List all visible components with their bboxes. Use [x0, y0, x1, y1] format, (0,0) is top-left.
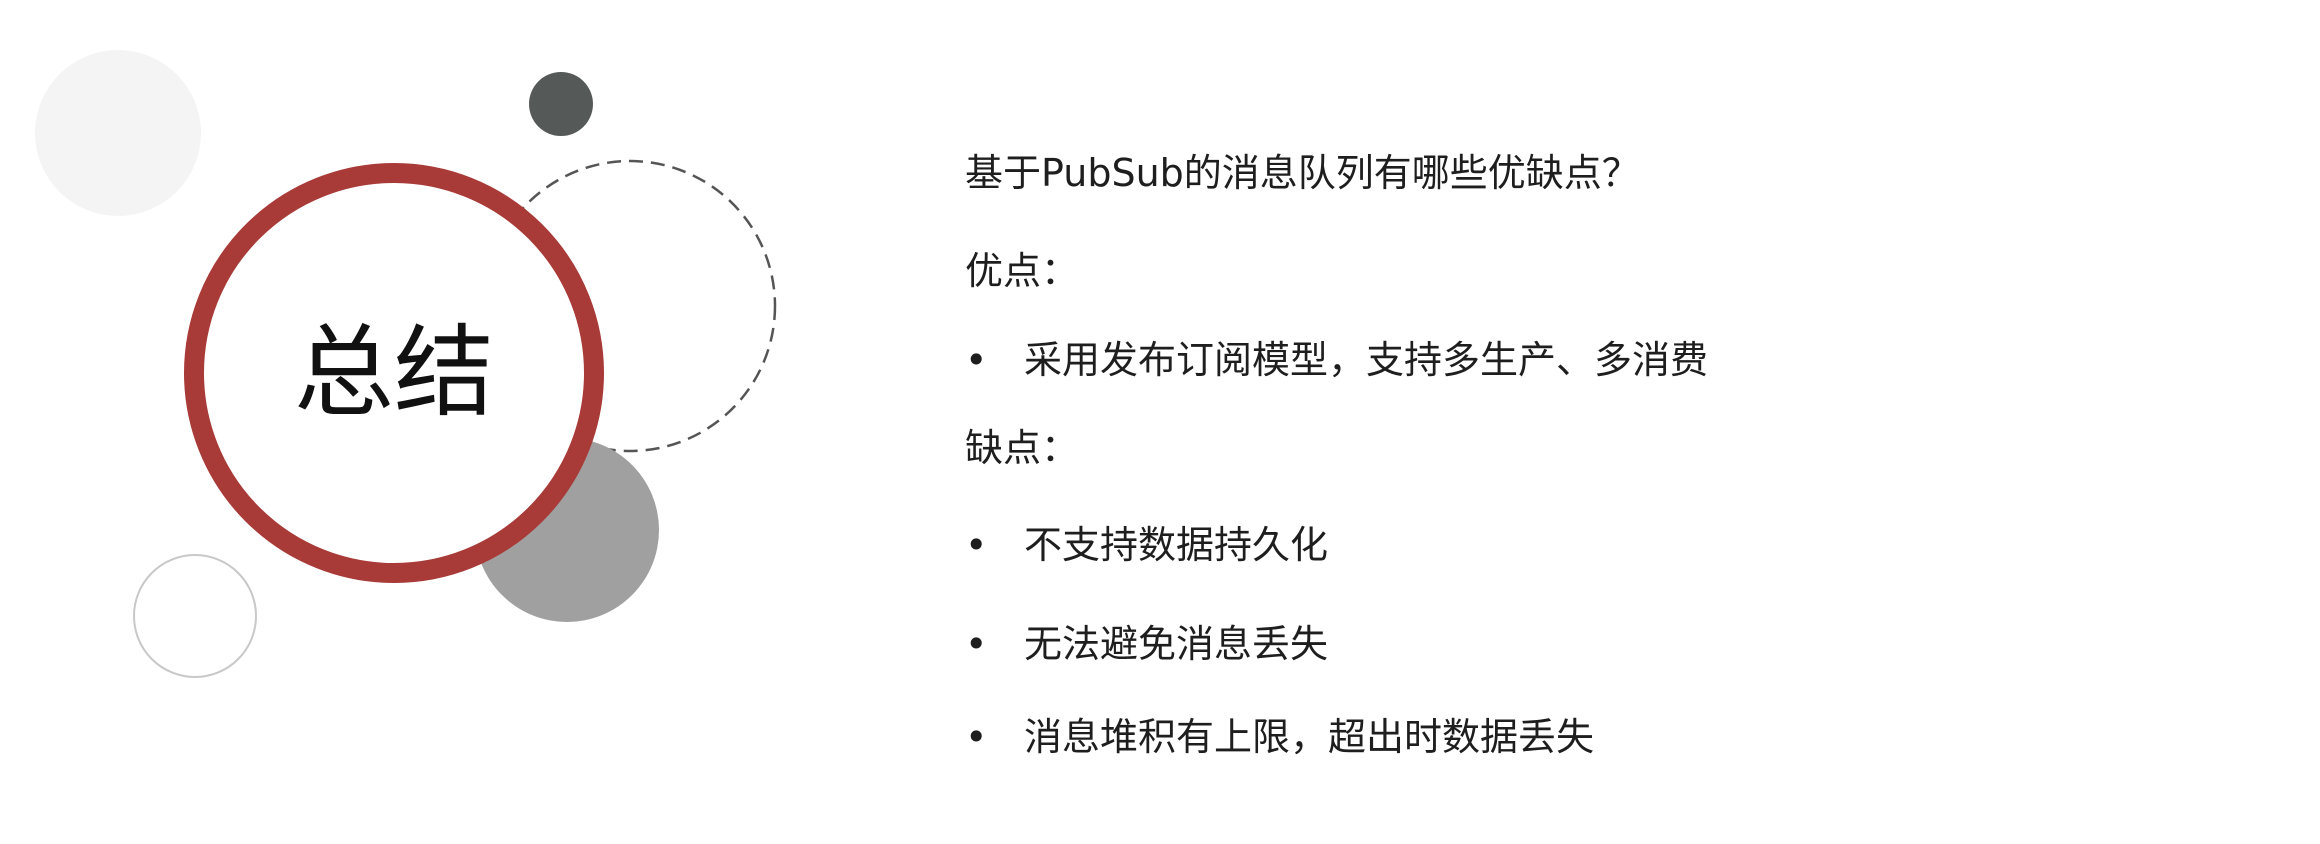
bullet-icon: •	[965, 338, 988, 382]
cons-item: 不支持数据持久化	[1024, 523, 1329, 567]
summary-title: 总结	[294, 314, 494, 431]
cons-item: 无法避免消息丢失	[1024, 622, 1329, 666]
light-gray-circle	[35, 50, 201, 216]
dark-gray-dot	[529, 72, 593, 136]
pros-item: 采用发布订阅模型，支持多生产、多消费	[1024, 338, 1709, 382]
pros-heading: 优点：	[965, 249, 1080, 293]
bullet-icon: •	[965, 622, 988, 666]
question-heading: 基于PubSub的消息队列有哪些优缺点？	[965, 151, 1640, 195]
bullet-icon: •	[965, 715, 988, 759]
outline-circle	[133, 554, 257, 678]
bullet-icon: •	[965, 523, 988, 567]
cons-heading: 缺点：	[965, 426, 1080, 470]
cons-item: 消息堆积有上限，超出时数据丢失	[1024, 715, 1595, 759]
